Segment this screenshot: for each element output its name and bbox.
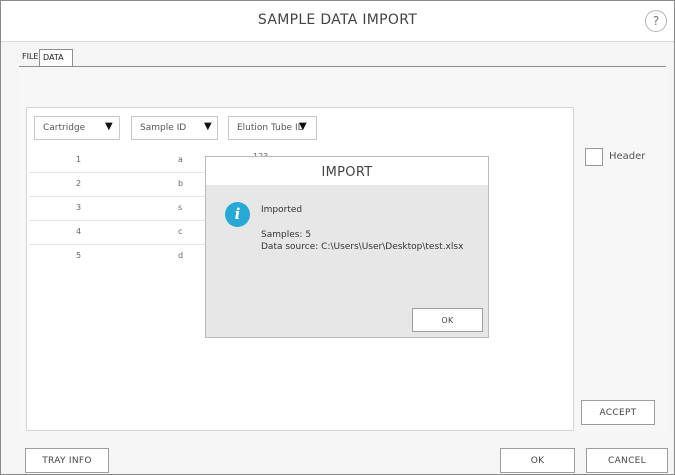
header-checkbox-label: Header	[609, 151, 646, 162]
cell-cartridge: 5	[76, 251, 82, 260]
dialog-ok-button[interactable]: OK	[412, 308, 483, 332]
column-select-label: Sample ID	[140, 123, 187, 133]
header-checkbox[interactable]	[585, 148, 603, 166]
cell-sample-id: d	[178, 251, 184, 260]
column-select-sample-id[interactable]: Sample ID ▼	[131, 116, 218, 140]
accept-button[interactable]: ACCEPT	[581, 400, 655, 425]
dialog-data-source: Data source: C:\Users\User\Desktop\test.…	[261, 242, 464, 252]
tray-info-button[interactable]: TRAY INFO	[25, 448, 109, 473]
column-select-cartridge[interactable]: Cartridge ▼	[34, 116, 120, 140]
column-select-elution-tube-id[interactable]: Elution Tube ID ▼	[228, 116, 317, 140]
cell-sample-id: c	[178, 227, 183, 236]
cell-sample-id: a	[178, 155, 183, 164]
cell-cartridge: 4	[76, 227, 82, 236]
info-icon: i	[225, 202, 250, 227]
title-bar: SAMPLE DATA IMPORT ?	[1, 1, 674, 42]
column-select-label: Elution Tube ID	[237, 123, 305, 133]
cell-sample-id: b	[178, 179, 184, 188]
help-icon: ?	[652, 14, 660, 28]
chevron-down-icon: ▼	[204, 121, 212, 132]
cell-cartridge: 1	[76, 155, 82, 164]
dialog-samples-count: Samples: 5	[261, 230, 312, 240]
accept-button-label: ACCEPT	[599, 408, 637, 418]
tab-file[interactable]: FILE	[19, 49, 39, 66]
help-button[interactable]: ?	[645, 10, 667, 32]
cell-cartridge: 3	[76, 203, 82, 212]
cell-sample-id: s	[178, 203, 183, 212]
dialog-message-heading: Imported	[261, 205, 303, 215]
cell-cartridge: 2	[76, 179, 82, 188]
ok-button[interactable]: OK	[500, 448, 575, 473]
chevron-down-icon: ▼	[299, 121, 307, 132]
cancel-button[interactable]: CANCEL	[586, 448, 668, 473]
cancel-button-label: CANCEL	[608, 456, 646, 466]
dialog-title: IMPORT	[321, 165, 373, 180]
column-select-label: Cartridge	[43, 123, 86, 133]
sample-data-import-window: SAMPLE DATA IMPORT ? FILE DATA Cartridge…	[0, 0, 675, 475]
import-dialog: IMPORT i Imported Samples: 5 Data source…	[205, 156, 489, 338]
tab-data[interactable]: DATA	[39, 49, 73, 66]
tray-info-button-label: TRAY INFO	[42, 456, 92, 466]
dialog-title-bar: IMPORT	[206, 157, 488, 185]
chevron-down-icon: ▼	[105, 121, 113, 132]
window-title: SAMPLE DATA IMPORT	[257, 12, 418, 28]
dialog-ok-button-label: OK	[441, 316, 454, 325]
ok-button-label: OK	[530, 456, 545, 466]
